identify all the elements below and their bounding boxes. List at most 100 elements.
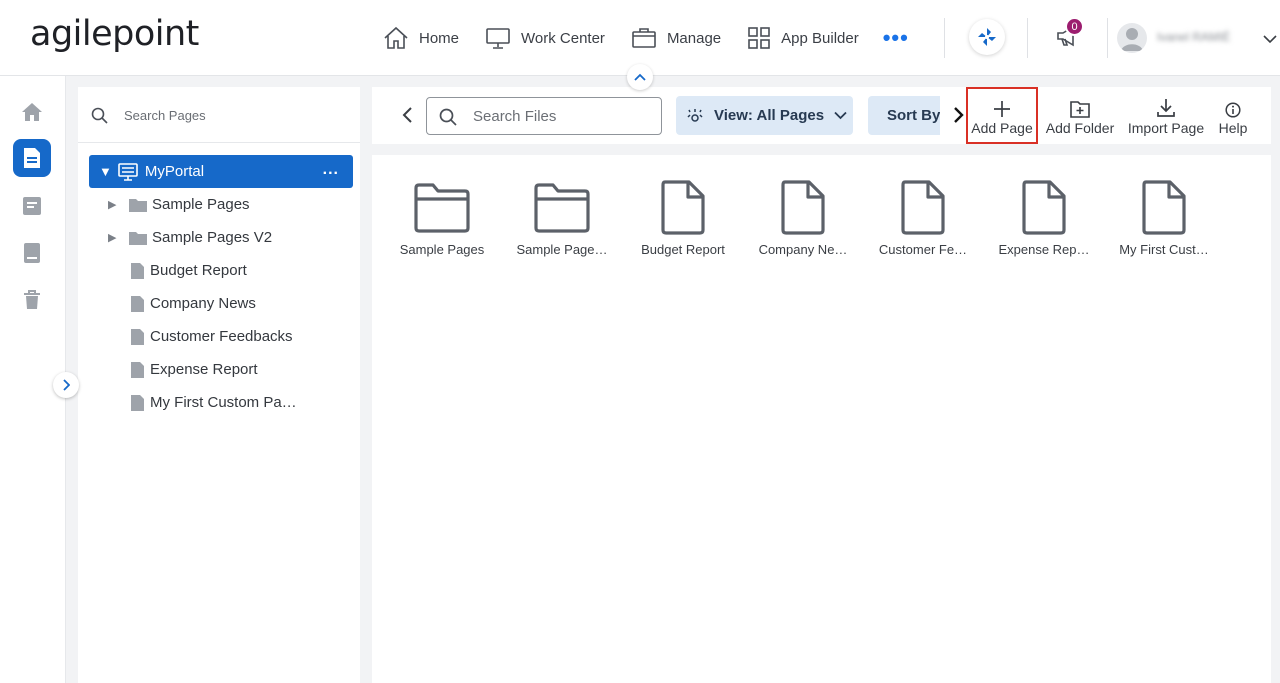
sort-dropdown[interactable]: AZ Sort By	[868, 96, 940, 135]
file-tile-page[interactable]: Expense Rep…	[994, 179, 1094, 257]
nav-home-label: Home	[419, 29, 460, 47]
header-divider	[944, 18, 945, 58]
sort-label: Sort By	[887, 107, 940, 124]
caret-down-icon[interactable]: ▼	[99, 164, 112, 179]
folder-icon	[129, 231, 147, 245]
search-files-input[interactable]	[473, 106, 653, 126]
tree-item-label: My First Custom Pa…	[150, 394, 297, 411]
file-tile-label: Budget Report	[641, 242, 725, 257]
files-grid: Sample Pages Sample Page… Budget Report …	[372, 155, 1271, 683]
search-files-box	[426, 97, 662, 135]
tree-root-more-button[interactable]: ...	[323, 161, 339, 179]
chevron-right-icon	[63, 379, 70, 391]
user-name: Ivanel RAMIÉ	[1157, 30, 1231, 44]
view-filter-label: View: All Pages	[714, 107, 825, 124]
page-icon	[131, 328, 144, 345]
file-tile-page[interactable]: My First Cust…	[1114, 179, 1214, 257]
tree-item-folder[interactable]: ▶ Sample Pages V2	[108, 221, 348, 254]
tree-item-label: Sample Pages	[152, 196, 250, 213]
nav-app-builder[interactable]: App Builder	[747, 26, 859, 50]
rail-forms[interactable]	[13, 187, 51, 225]
caret-right-icon[interactable]: ▶	[108, 231, 122, 244]
nav-home[interactable]: Home	[383, 26, 459, 50]
chevron-down-icon	[1263, 35, 1277, 44]
ai-assistant-button[interactable]	[969, 19, 1005, 55]
files-toolbar: View: All Pages AZ Sort By Add Page Add …	[372, 87, 1271, 144]
rail-trash[interactable]	[13, 281, 51, 319]
tree-item-page[interactable]: Expense Report	[122, 353, 362, 386]
rail-library[interactable]	[13, 234, 51, 272]
trash-icon	[24, 290, 40, 309]
page-icon	[131, 394, 144, 411]
file-tile-page[interactable]: Customer Fe…	[873, 179, 973, 257]
rail-home[interactable]	[13, 93, 51, 131]
view-icon	[687, 108, 703, 122]
chevron-down-icon	[834, 111, 847, 120]
view-filter-dropdown[interactable]: View: All Pages	[676, 96, 853, 135]
add-page-button[interactable]: Add Page	[966, 87, 1038, 144]
folder-plus-icon	[1070, 100, 1090, 118]
chevron-left-icon	[402, 107, 412, 123]
plus-icon	[994, 100, 1010, 117]
help-label: Help	[1218, 119, 1248, 136]
avatar[interactable]	[1117, 23, 1147, 53]
chevron-right-icon	[954, 107, 964, 123]
tree-item-page[interactable]: Customer Feedbacks	[122, 320, 362, 353]
search-icon	[91, 107, 108, 124]
import-page-label: Import Page	[1127, 119, 1205, 136]
tree-item-label: Customer Feedbacks	[150, 328, 293, 345]
page-icon	[901, 180, 945, 235]
nav-work-center[interactable]: Work Center	[485, 26, 605, 50]
notification-badge: 0	[1065, 17, 1084, 36]
file-tile-page[interactable]: Company Ne…	[753, 179, 853, 257]
page-icon	[781, 180, 825, 235]
add-folder-button[interactable]: Add Folder	[1044, 87, 1116, 144]
download-icon	[1157, 98, 1175, 117]
tree-item-label: Company News	[150, 295, 256, 312]
tree-item-page[interactable]: My First Custom Pa…	[122, 386, 362, 419]
page-icon	[1142, 180, 1186, 235]
file-tile-folder[interactable]: Sample Pages	[392, 179, 492, 257]
tree-item-page[interactable]: Company News	[122, 287, 362, 320]
nav-manage[interactable]: Manage	[631, 26, 721, 50]
back-button[interactable]	[401, 106, 413, 129]
pinwheel-icon	[978, 28, 996, 46]
grid-icon	[748, 27, 770, 49]
expand-rail-button[interactable]	[53, 372, 79, 398]
file-tile-label: Company Ne…	[758, 242, 848, 257]
page-icon	[131, 361, 144, 378]
agilepoint-logo[interactable]: agilepoint	[30, 14, 199, 54]
page-icon	[1022, 180, 1066, 235]
main-nav: Home Work Center Manage App Builder •••	[383, 22, 909, 54]
tree-item-folder[interactable]: ▶ Sample Pages	[108, 188, 348, 221]
tree-root-myportal[interactable]: ▼ MyPortal ...	[89, 155, 353, 188]
add-folder-label: Add Folder	[1045, 119, 1115, 136]
rail-pages[interactable]	[13, 139, 51, 177]
file-tile-label: Sample Page…	[516, 242, 608, 257]
book-icon	[24, 243, 40, 263]
search-pages-input[interactable]	[124, 103, 344, 127]
nav-app-builder-label: App Builder	[781, 29, 859, 47]
header-divider-3	[1107, 18, 1108, 58]
portal-icon	[118, 162, 138, 181]
home-icon	[22, 103, 42, 121]
scroll-right-button[interactable]	[953, 106, 965, 129]
chevron-up-icon	[634, 73, 646, 81]
folder-icon	[534, 183, 590, 233]
tree-item-label: Expense Report	[150, 361, 258, 378]
collapse-header-button[interactable]	[627, 64, 653, 90]
tree-item-page[interactable]: Budget Report	[122, 254, 362, 287]
help-button[interactable]: Help	[1214, 87, 1252, 144]
file-tile-label: My First Cust…	[1119, 242, 1209, 257]
monitor-icon	[486, 28, 510, 49]
import-page-button[interactable]: Import Page	[1124, 87, 1208, 144]
tree-search	[78, 87, 360, 143]
page-icon	[131, 295, 144, 312]
user-menu-chevron[interactable]	[1263, 31, 1277, 49]
file-tile-folder[interactable]: Sample Page…	[512, 179, 612, 257]
header-divider-2	[1027, 18, 1028, 58]
file-tile-page[interactable]: Budget Report	[633, 179, 733, 257]
more-menu-button[interactable]: •••	[883, 27, 909, 49]
caret-right-icon[interactable]: ▶	[108, 198, 122, 211]
home-icon	[384, 26, 408, 49]
